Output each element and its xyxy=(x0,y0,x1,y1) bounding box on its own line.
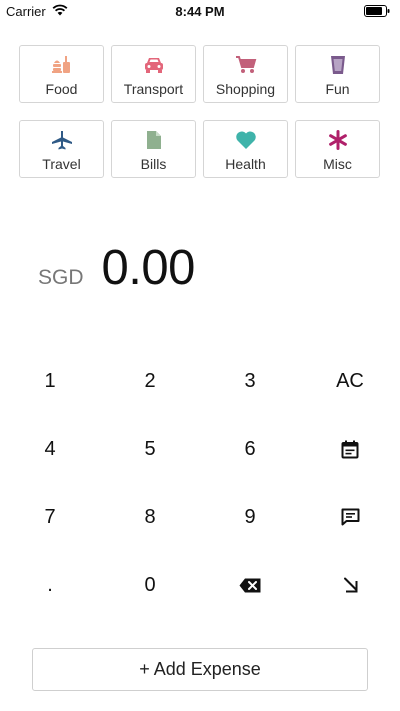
battery-icon xyxy=(364,5,390,20)
key-8[interactable]: 8 xyxy=(100,483,200,551)
category-health-button[interactable]: Health xyxy=(203,120,288,178)
currency-label: SGD xyxy=(38,266,84,289)
category-grid: Food Transport Shopping Fun Travel Bills… xyxy=(19,45,380,178)
food-icon xyxy=(51,54,73,76)
car-icon xyxy=(143,54,165,76)
category-misc-button[interactable]: Misc xyxy=(295,120,380,178)
amount-display: SGD 0.00 xyxy=(38,240,195,296)
category-label: Travel xyxy=(42,155,81,172)
category-label: Transport xyxy=(123,80,184,97)
category-bills-button[interactable]: Bills xyxy=(111,120,196,178)
category-label: Shopping xyxy=(215,80,276,97)
plane-icon xyxy=(51,129,73,151)
category-label: Food xyxy=(45,80,78,97)
cart-icon xyxy=(235,54,257,76)
amount-value: 0.00 xyxy=(101,241,196,295)
key-7[interactable]: 7 xyxy=(0,483,100,551)
date-picker-button[interactable] xyxy=(300,415,400,483)
category-label: Bills xyxy=(140,155,167,172)
add-expense-button[interactable]: + Add Expense xyxy=(32,648,368,691)
category-food-button[interactable]: Food xyxy=(19,45,104,103)
decimal-key[interactable]: . xyxy=(0,551,100,619)
collapse-button[interactable] xyxy=(300,551,400,619)
category-label: Misc xyxy=(323,155,352,172)
key-0[interactable]: 0 xyxy=(100,551,200,619)
backspace-button[interactable] xyxy=(200,551,300,619)
category-label: Fun xyxy=(325,80,350,97)
category-transport-button[interactable]: Transport xyxy=(111,45,196,103)
category-travel-button[interactable]: Travel xyxy=(19,120,104,178)
key-1[interactable]: 1 xyxy=(0,347,100,415)
document-icon xyxy=(146,129,162,151)
key-3[interactable]: 3 xyxy=(200,347,300,415)
category-fun-button[interactable]: Fun xyxy=(295,45,380,103)
keypad: 1 2 3 AC 4 5 6 7 8 9 . 0 xyxy=(0,347,400,619)
note-button[interactable] xyxy=(300,483,400,551)
clear-key[interactable]: AC xyxy=(300,347,400,415)
category-shopping-button[interactable]: Shopping xyxy=(203,45,288,103)
key-5[interactable]: 5 xyxy=(100,415,200,483)
key-4[interactable]: 4 xyxy=(0,415,100,483)
key-6[interactable]: 6 xyxy=(200,415,300,483)
status-time: 8:44 PM xyxy=(175,4,225,19)
backspace-icon xyxy=(239,578,261,593)
calendar-icon xyxy=(341,440,359,459)
key-2[interactable]: 2 xyxy=(100,347,200,415)
drink-icon xyxy=(330,54,346,76)
asterisk-icon xyxy=(328,129,348,151)
comment-icon xyxy=(341,508,360,526)
category-label: Health xyxy=(225,155,266,172)
arrow-down-right-icon xyxy=(342,577,358,593)
key-9[interactable]: 9 xyxy=(200,483,300,551)
heart-icon xyxy=(235,129,257,151)
status-bar: Carrier 8:44 PM xyxy=(0,0,400,22)
